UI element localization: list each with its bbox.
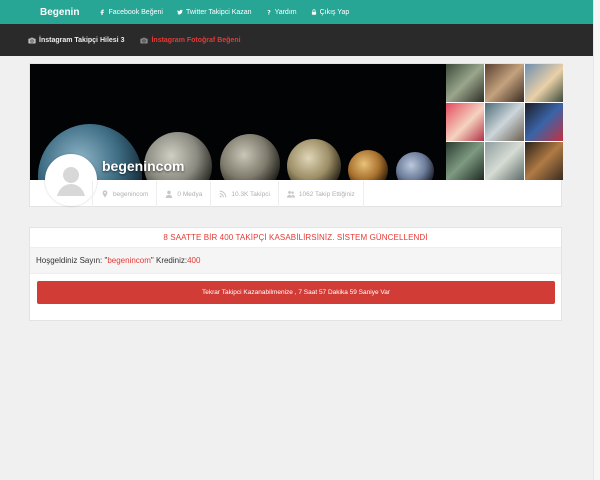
cover-image — [30, 64, 446, 180]
map-pin-icon — [102, 190, 108, 198]
nav-twitter-takipci[interactable]: Twitter Takipci Kazan — [177, 9, 252, 16]
nav-item-label: Facebook Beğeni — [108, 8, 163, 16]
stat-followers: 10.3K Takipci — [211, 181, 279, 207]
lock-icon — [311, 9, 316, 15]
avatar[interactable] — [45, 154, 97, 206]
follower-photo[interactable] — [524, 142, 563, 180]
follower-photo[interactable] — [485, 103, 524, 141]
users-icon — [286, 190, 295, 198]
follower-photo[interactable] — [524, 64, 563, 102]
credit-count: 400 — [187, 256, 201, 265]
twitter-icon — [177, 9, 183, 15]
subnav-item-label: İnstagram Takipçi Hilesi 3 — [39, 36, 125, 44]
top-navbar: Begenin Facebook Beğeni Twitter Takipci … — [0, 0, 600, 24]
facebook-icon — [100, 9, 105, 15]
stat-label: begenincom — [113, 190, 149, 198]
camera-icon — [28, 37, 36, 43]
follower-photo-grid — [446, 64, 563, 180]
profile-username: begenincom — [102, 158, 185, 174]
nav-cikis-yap[interactable]: Çıkış Yap — [311, 8, 350, 16]
stat-label: 10.3K Takipci — [231, 190, 270, 198]
user-icon — [166, 190, 173, 198]
nav-item-label: Yardım — [274, 8, 297, 16]
follower-photo[interactable] — [446, 64, 485, 102]
subnav-item-label: İnstagram Fotoğraf Beğeni — [151, 36, 241, 44]
rss-icon — [219, 190, 227, 198]
default-user-icon — [47, 156, 95, 204]
stat-media: 0 Medya — [157, 181, 212, 207]
brand-logo[interactable]: Begenin — [40, 7, 79, 18]
follower-photo[interactable] — [524, 103, 563, 141]
svg-text:?: ? — [267, 9, 271, 15]
secondary-navbar: İnstagram Takipçi Hilesi 3 İnstagram Fot… — [0, 24, 600, 56]
welcome-prefix: Hoşgeldiniz Sayın: " — [36, 256, 108, 265]
welcome-username: begenincom — [107, 256, 151, 265]
stat-label: 0 Medya — [177, 190, 203, 198]
profile-card: begenincom begenincom 0 Medya 10.3K Taki… — [29, 63, 563, 207]
stat-location: begenincom — [92, 181, 158, 207]
nav-item-label: Çıkış Yap — [319, 8, 350, 16]
question-icon: ? — [267, 9, 271, 15]
info-panel: 8 SAATTE BİR 400 TAKİPÇİ KASABİLİRSİNİZ.… — [29, 227, 562, 321]
stat-label: 1062 Takip Ettiğiniz — [298, 190, 355, 198]
welcome-message: Hoşgeldiniz Sayın: " begenincom " Krediniz… — [30, 248, 561, 274]
page-scrollbar[interactable] — [593, 0, 600, 480]
nav-yardim[interactable]: ? Yardım — [266, 9, 297, 16]
cooldown-alert-button[interactable]: Tekrar Takipci Kazanabilmenize , 7 Saat … — [37, 281, 555, 304]
follower-photo[interactable] — [485, 64, 524, 102]
camera-icon — [140, 37, 149, 43]
nav-facebook-begeni[interactable]: Facebook Beğeni — [99, 8, 163, 16]
subnav-takipci-hilesi[interactable]: İnstagram Takipçi Hilesi 3 — [28, 37, 124, 44]
profile-stats: begenincom 0 Medya 10.3K Takipci 1062 Ta… — [92, 181, 364, 207]
welcome-credits-label: " Krediniz: — [150, 256, 188, 265]
follower-photo[interactable] — [446, 142, 485, 180]
subnav-fotograf-begeni[interactable]: İnstagram Fotoğraf Beğeni — [140, 36, 241, 44]
stat-following: 1062 Takip Ettiğiniz — [279, 181, 364, 207]
follower-photo[interactable] — [485, 142, 524, 180]
announcement-text: 8 SAATTE BİR 400 TAKİPÇİ KASABİLİRSİNİZ.… — [30, 228, 561, 248]
follower-photo[interactable] — [446, 103, 485, 141]
nav-item-label: Twitter Takipci Kazan — [185, 8, 252, 16]
